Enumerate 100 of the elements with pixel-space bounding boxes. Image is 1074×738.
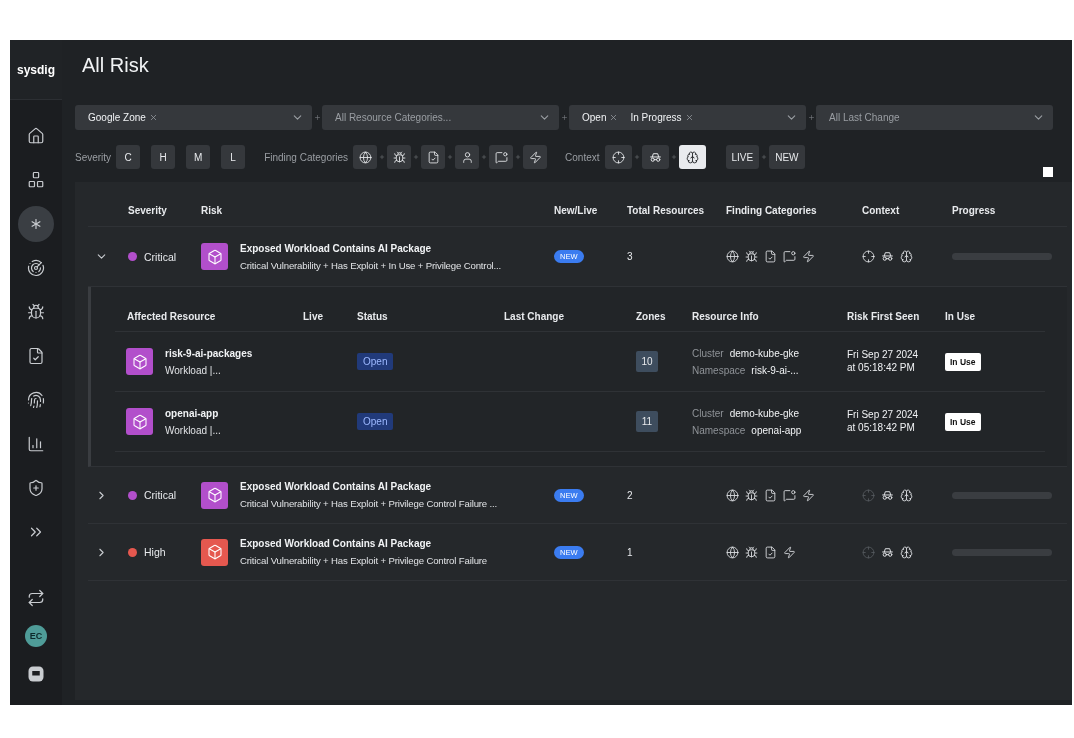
risk-description: Critical Vulnerability + Has Exploit + Privilege Control Failure ... — [240, 498, 498, 509]
filter-label: Severity — [75, 151, 112, 163]
message-icon — [494, 150, 508, 164]
category-toggle[interactable] — [421, 145, 446, 169]
brain-icon — [685, 150, 699, 164]
category-toggle[interactable] — [523, 145, 548, 169]
plus-icon — [670, 154, 677, 160]
cube-icon — [126, 348, 153, 375]
status-badge: Open — [357, 353, 394, 370]
severity-label: Critical — [144, 250, 177, 263]
hat-glasses-icon — [648, 150, 662, 164]
risk-title[interactable]: Exposed Workload Contains AI Package — [240, 538, 488, 549]
filter-dropdown[interactable]: Google Zone — [75, 105, 312, 130]
chat-icon[interactable] — [27, 665, 45, 683]
file-check-icon — [426, 150, 440, 164]
zones-count: 10 — [636, 351, 658, 372]
logo: sysdig — [17, 62, 55, 77]
info-label: Cluster — [692, 347, 724, 359]
category-toggle[interactable] — [489, 145, 514, 169]
column-header: Affected Resource — [127, 310, 217, 322]
shield-plus-icon[interactable] — [27, 479, 45, 497]
column-header: Severity — [128, 204, 168, 216]
risk-title[interactable]: Exposed Workload Contains AI Package — [240, 242, 502, 254]
filter-value: Open — [582, 112, 607, 123]
zones-count: 11 — [636, 411, 658, 432]
nav-button[interactable] — [18, 206, 54, 242]
message-icon — [783, 250, 796, 263]
severity-toggle[interactable]: C — [116, 145, 141, 169]
radar-icon[interactable] — [27, 259, 45, 277]
filter-label: Context — [565, 151, 600, 163]
resource-name[interactable]: risk-9-ai-packages — [165, 347, 253, 359]
context-toggle[interactable] — [678, 145, 706, 169]
column-header: Resource Info — [692, 310, 760, 322]
bug-icon[interactable] — [27, 303, 45, 321]
column-header: Context — [862, 204, 901, 216]
bar-chart-icon[interactable] — [27, 435, 45, 453]
plus-icon — [515, 154, 522, 160]
home-icon[interactable] — [27, 127, 45, 145]
user-icon — [460, 150, 474, 164]
first-seen-date: Fri Sep 27 2024 at 05:18:42 PM — [847, 349, 920, 374]
severity-toggle[interactable]: H — [151, 145, 176, 169]
bug-icon — [745, 250, 758, 263]
file-check-icon — [764, 545, 777, 559]
category-toggle[interactable] — [455, 145, 480, 169]
info-value: demo-kube-gke — [729, 347, 800, 359]
square-marker — [1043, 167, 1053, 177]
first-seen-date: Fri Sep 27 2024 at 05:18:42 PM — [847, 409, 920, 434]
column-header: Progress — [952, 204, 997, 216]
dropdown-placeholder: All Last Change — [829, 112, 901, 123]
info-label: Namespace — [692, 364, 746, 376]
filter-dropdown[interactable]: All Resource Categories... — [322, 105, 559, 130]
crosshair-icon — [611, 150, 625, 164]
lightning-icon — [802, 250, 815, 263]
dropdown-placeholder: All Resource Categories... — [335, 112, 453, 123]
info-label: Cluster — [692, 407, 724, 419]
filter-value: In Progress — [630, 112, 682, 123]
close-icon[interactable] — [684, 113, 694, 122]
bug-icon — [745, 488, 758, 502]
column-header: Risk First Seen — [847, 310, 921, 322]
close-icon[interactable] — [148, 113, 158, 122]
lightning-icon — [783, 545, 796, 559]
plus-icon — [633, 154, 640, 160]
resource-type: Workload |... — [165, 364, 222, 376]
filter-label: Finding Categories — [264, 151, 349, 163]
status-toggle[interactable]: NEW — [769, 145, 805, 169]
resource-name[interactable]: openai-app — [165, 407, 221, 419]
column-header: In Use — [945, 310, 976, 322]
category-toggle[interactable] — [353, 145, 378, 169]
info-label: Namespace — [692, 424, 746, 436]
severity-toggle[interactable]: M — [186, 145, 211, 169]
column-header: Status — [357, 310, 389, 322]
info-value: risk-9-ai-... — [751, 364, 799, 376]
file-check-icon[interactable] — [27, 347, 45, 365]
risk-title[interactable]: Exposed Workload Contains AI Package — [240, 481, 498, 492]
fingerprint-icon[interactable] — [27, 391, 45, 409]
plus-icon — [560, 114, 568, 121]
info-value: demo-kube-gke — [729, 407, 800, 419]
blocks-icon[interactable] — [27, 171, 45, 189]
filter-dropdown[interactable]: Open In Progress — [569, 105, 806, 130]
close-icon[interactable] — [609, 113, 619, 122]
cube-icon — [126, 408, 153, 435]
repeat-icon[interactable] — [27, 589, 45, 607]
category-toggle[interactable] — [387, 145, 412, 169]
context-toggle[interactable] — [604, 145, 632, 169]
file-check-icon — [764, 250, 777, 263]
status-badge: Open — [357, 413, 394, 430]
severity-label: High — [144, 546, 166, 558]
status-toggle[interactable]: LIVE — [725, 145, 760, 169]
context-toggle[interactable] — [641, 145, 669, 169]
plus-icon — [447, 154, 454, 160]
severity-toggle[interactable]: L — [221, 145, 246, 169]
file-check-icon — [764, 488, 777, 502]
column-header: Live — [303, 310, 324, 322]
filter-dropdown[interactable]: All Last Change — [816, 105, 1053, 130]
severity-label: Critical — [144, 489, 177, 501]
total-resources: 2 — [627, 489, 634, 501]
lightning-icon — [802, 488, 815, 502]
avatar[interactable]: EC — [25, 625, 47, 647]
resource-type: Workload |... — [165, 424, 221, 436]
cube-icon — [201, 243, 228, 270]
